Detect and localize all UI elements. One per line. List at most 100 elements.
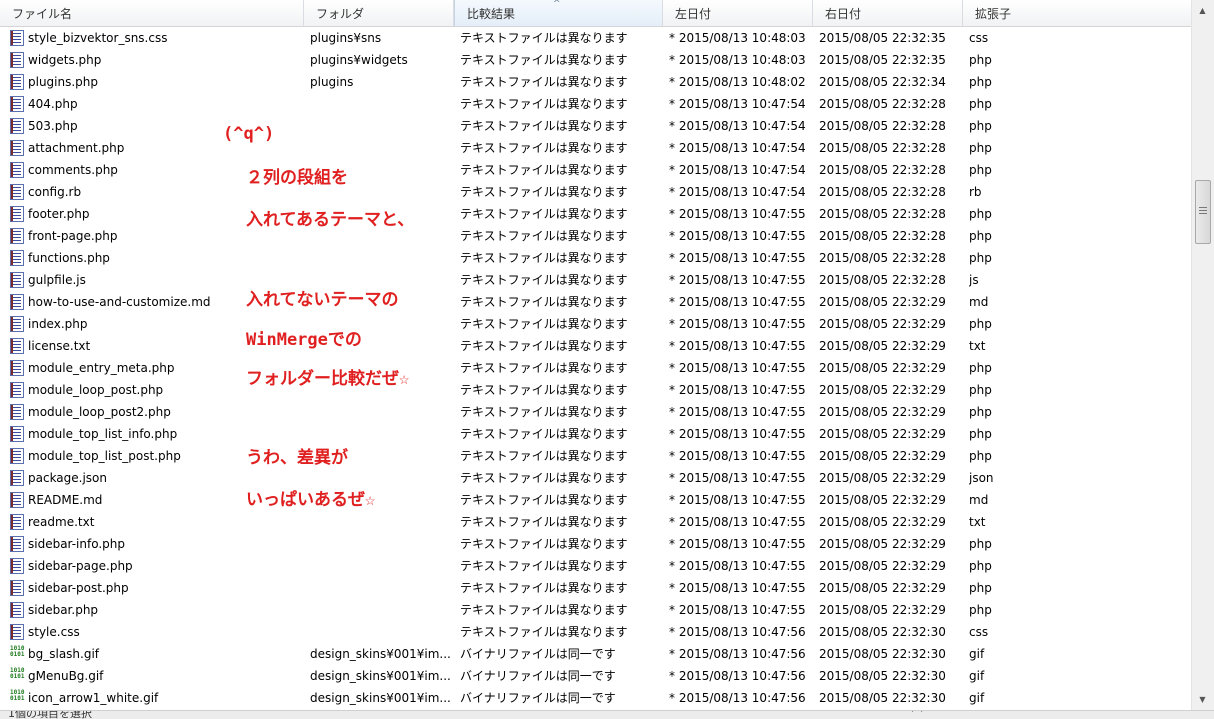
filename-text: gMenuBg.gif (28, 669, 104, 683)
binary-file-icon: 1010 0101 (10, 644, 25, 658)
table-row[interactable]: footer.php テキストファイルは異なります * 2015/08/13 10:… (0, 203, 1192, 225)
text-file-icon (10, 73, 24, 90)
table-row[interactable]: 1010 0101 bg_slash.gif design_skins¥001¥im.… (0, 643, 1192, 665)
text-file-icon (10, 601, 24, 618)
text-file-icon (10, 469, 24, 486)
filename-text: config.rb (28, 185, 82, 199)
cell-extension: php (969, 53, 992, 67)
table-row[interactable]: package.json テキストファイルは異なります * 2015/08/13 1… (0, 467, 1192, 489)
scroll-up-arrow-icon[interactable]: ▲ (1194, 2, 1211, 19)
cell-filename: style.css (10, 621, 302, 643)
cell-left-date: * 2015/08/13 10:47:56 (669, 625, 806, 639)
cell-left-date: * 2015/08/13 10:47:55 (669, 559, 806, 573)
cell-left-date: * 2015/08/13 10:47:55 (669, 471, 806, 485)
table-row[interactable]: 404.php テキストファイルは異なります * 2015/08/13 10:47:… (0, 93, 1192, 115)
cell-filename: module_loop_post2.php (10, 401, 302, 423)
column-header-right-date[interactable]: 右日付 (813, 0, 963, 26)
table-row[interactable]: functions.php テキストファイルは異なります * 2015/08/13 … (0, 247, 1192, 269)
cell-right-date: 2015/08/05 22:32:29 (819, 537, 946, 551)
filename-text: sidebar-post.php (28, 581, 129, 595)
table-row[interactable]: module_loop_post.php テキストファイルは異なります * 2015… (0, 379, 1192, 401)
cell-result: テキストファイルは異なります (460, 383, 628, 397)
cell-left-date: * 2015/08/13 10:47:54 (669, 119, 806, 133)
table-row[interactable]: style.css テキストファイルは異なります * 2015/08/13 10:4… (0, 621, 1192, 643)
cell-extension: php (969, 207, 992, 221)
cell-extension: rb (969, 185, 982, 199)
cell-extension: php (969, 317, 992, 331)
text-file-icon (10, 513, 24, 530)
cell-folder (310, 577, 450, 599)
table-row[interactable]: widgets.php plugins¥widgets テキストファイルは異なります… (0, 49, 1192, 71)
cell-extension: php (969, 581, 992, 595)
table-row[interactable]: module_loop_post2.php テキストファイルは異なります * 201… (0, 401, 1192, 423)
cell-folder (310, 511, 450, 533)
table-row[interactable]: comments.php テキストファイルは異なります * 2015/08/13 1… (0, 159, 1192, 181)
cell-left-date: * 2015/08/13 10:47:56 (669, 669, 806, 683)
table-row[interactable]: module_entry_meta.php テキストファイルは異なります * 201… (0, 357, 1192, 379)
table-row[interactable]: config.rb テキストファイルは異なります * 2015/08/13 10:4… (0, 181, 1192, 203)
text-file-icon (10, 249, 24, 266)
cell-right-date: 2015/08/05 22:32:28 (819, 97, 946, 111)
table-row[interactable]: plugins.php plugins テキストファイルは異なります * 2015/0… (0, 71, 1192, 93)
cell-left-date: * 2015/08/13 10:47:56 (669, 647, 806, 661)
scroll-down-arrow-icon[interactable]: ▼ (1194, 691, 1211, 708)
column-header-left-date[interactable]: 左日付 (663, 0, 813, 26)
cell-right-date: 2015/08/05 22:32:35 (819, 31, 946, 45)
table-row[interactable]: sidebar-post.php テキストファイルは異なります * 2015/08/… (0, 577, 1192, 599)
cell-folder: design_skins¥001¥im... (310, 691, 450, 705)
cell-left-date: * 2015/08/13 10:48:02 (669, 75, 806, 89)
scrollbar-thumb[interactable] (1195, 180, 1211, 244)
cell-result: テキストファイルは異なります (460, 163, 628, 177)
table-row[interactable]: sidebar-info.php テキストファイルは異なります * 2015/08/… (0, 533, 1192, 555)
filename-text: 503.php (28, 119, 78, 133)
cell-left-date: * 2015/08/13 10:47:54 (669, 185, 806, 199)
cell-filename: plugins.php (10, 71, 302, 93)
cell-right-date: 2015/08/05 22:32:29 (819, 339, 946, 353)
table-row[interactable]: module_top_list_info.php テキストファイルは異なります * … (0, 423, 1192, 445)
cell-folder (310, 137, 450, 159)
cell-folder (310, 115, 450, 137)
table-row[interactable]: 1010 0101 gMenuBg.gif design_skins¥001¥im..… (0, 665, 1192, 687)
table-row[interactable]: module_top_list_post.php テキストファイルは異なります * … (0, 445, 1192, 467)
cell-filename: 404.php (10, 93, 302, 115)
table-row[interactable]: style_bizvektor_sns.css plugins¥sns テキストファ… (0, 27, 1192, 49)
filename-text: front-page.php (28, 229, 118, 243)
table-row[interactable]: README.md テキストファイルは異なります * 2015/08/13 10:4… (0, 489, 1192, 511)
cell-extension: gif (969, 691, 985, 705)
cell-result: テキストファイルは異なります (460, 603, 628, 617)
column-header: ファイル名 フォルダ ^ 比較結果 左日付 右日付 拡張子 (0, 0, 1192, 27)
table-row[interactable]: front-page.php テキストファイルは異なります * 2015/08/13… (0, 225, 1192, 247)
table-row[interactable]: 1010 0101 icon_arrow1_white.gif design_skin… (0, 687, 1192, 709)
column-header-result[interactable]: ^ 比較結果 (454, 0, 663, 26)
grip-icon (1199, 207, 1207, 215)
table-row[interactable]: sidebar-page.php テキストファイルは異なります * 2015/08/… (0, 555, 1192, 577)
cell-left-date: * 2015/08/13 10:47:55 (669, 207, 806, 221)
cell-extension: php (969, 163, 992, 177)
filename-text: readme.txt (28, 515, 95, 529)
table-row[interactable]: 503.php テキストファイルは異なります * 2015/08/13 10:47:… (0, 115, 1192, 137)
table-row[interactable]: how-to-use-and-customize.md テキストファイルは異なりま… (0, 291, 1192, 313)
table-row[interactable]: gulpfile.js テキストファイルは異なります * 2015/08/13 10… (0, 269, 1192, 291)
cell-left-date: * 2015/08/13 10:48:03 (669, 31, 806, 45)
cell-result: テキストファイルは異なります (460, 339, 628, 353)
cell-filename: widgets.php (10, 49, 302, 71)
file-list[interactable]: style_bizvektor_sns.css plugins¥sns テキストファ… (0, 27, 1192, 710)
column-header-extension[interactable]: 拡張子 (963, 0, 1192, 26)
cell-right-date: 2015/08/05 22:32:29 (819, 449, 946, 463)
table-row[interactable]: sidebar.php テキストファイルは異なります * 2015/08/13 10… (0, 599, 1192, 621)
cell-result: テキストファイルは異なります (460, 119, 628, 133)
table-row[interactable]: index.php テキストファイルは異なります * 2015/08/13 10:4… (0, 313, 1192, 335)
filename-text: bg_slash.gif (28, 647, 100, 661)
table-row[interactable]: license.txt テキストファイルは異なります * 2015/08/13 10… (0, 335, 1192, 357)
filename-text: sidebar.php (28, 603, 99, 617)
binary-file-icon: 1010 0101 (10, 688, 25, 702)
column-header-folder[interactable]: フォルダ (304, 0, 454, 26)
cell-filename: sidebar-post.php (10, 577, 302, 599)
vertical-scrollbar[interactable]: ▲ ▼ (1191, 0, 1214, 710)
table-row[interactable]: attachment.php テキストファイルは異なります * 2015/08/13… (0, 137, 1192, 159)
column-header-filename[interactable]: ファイル名 (0, 0, 304, 26)
cell-left-date: * 2015/08/13 10:47:55 (669, 361, 806, 375)
table-row[interactable]: readme.txt テキストファイルは異なります * 2015/08/13 10:… (0, 511, 1192, 533)
cell-right-date: 2015/08/05 22:32:29 (819, 317, 946, 331)
cell-right-date: 2015/08/05 22:32:28 (819, 273, 946, 287)
